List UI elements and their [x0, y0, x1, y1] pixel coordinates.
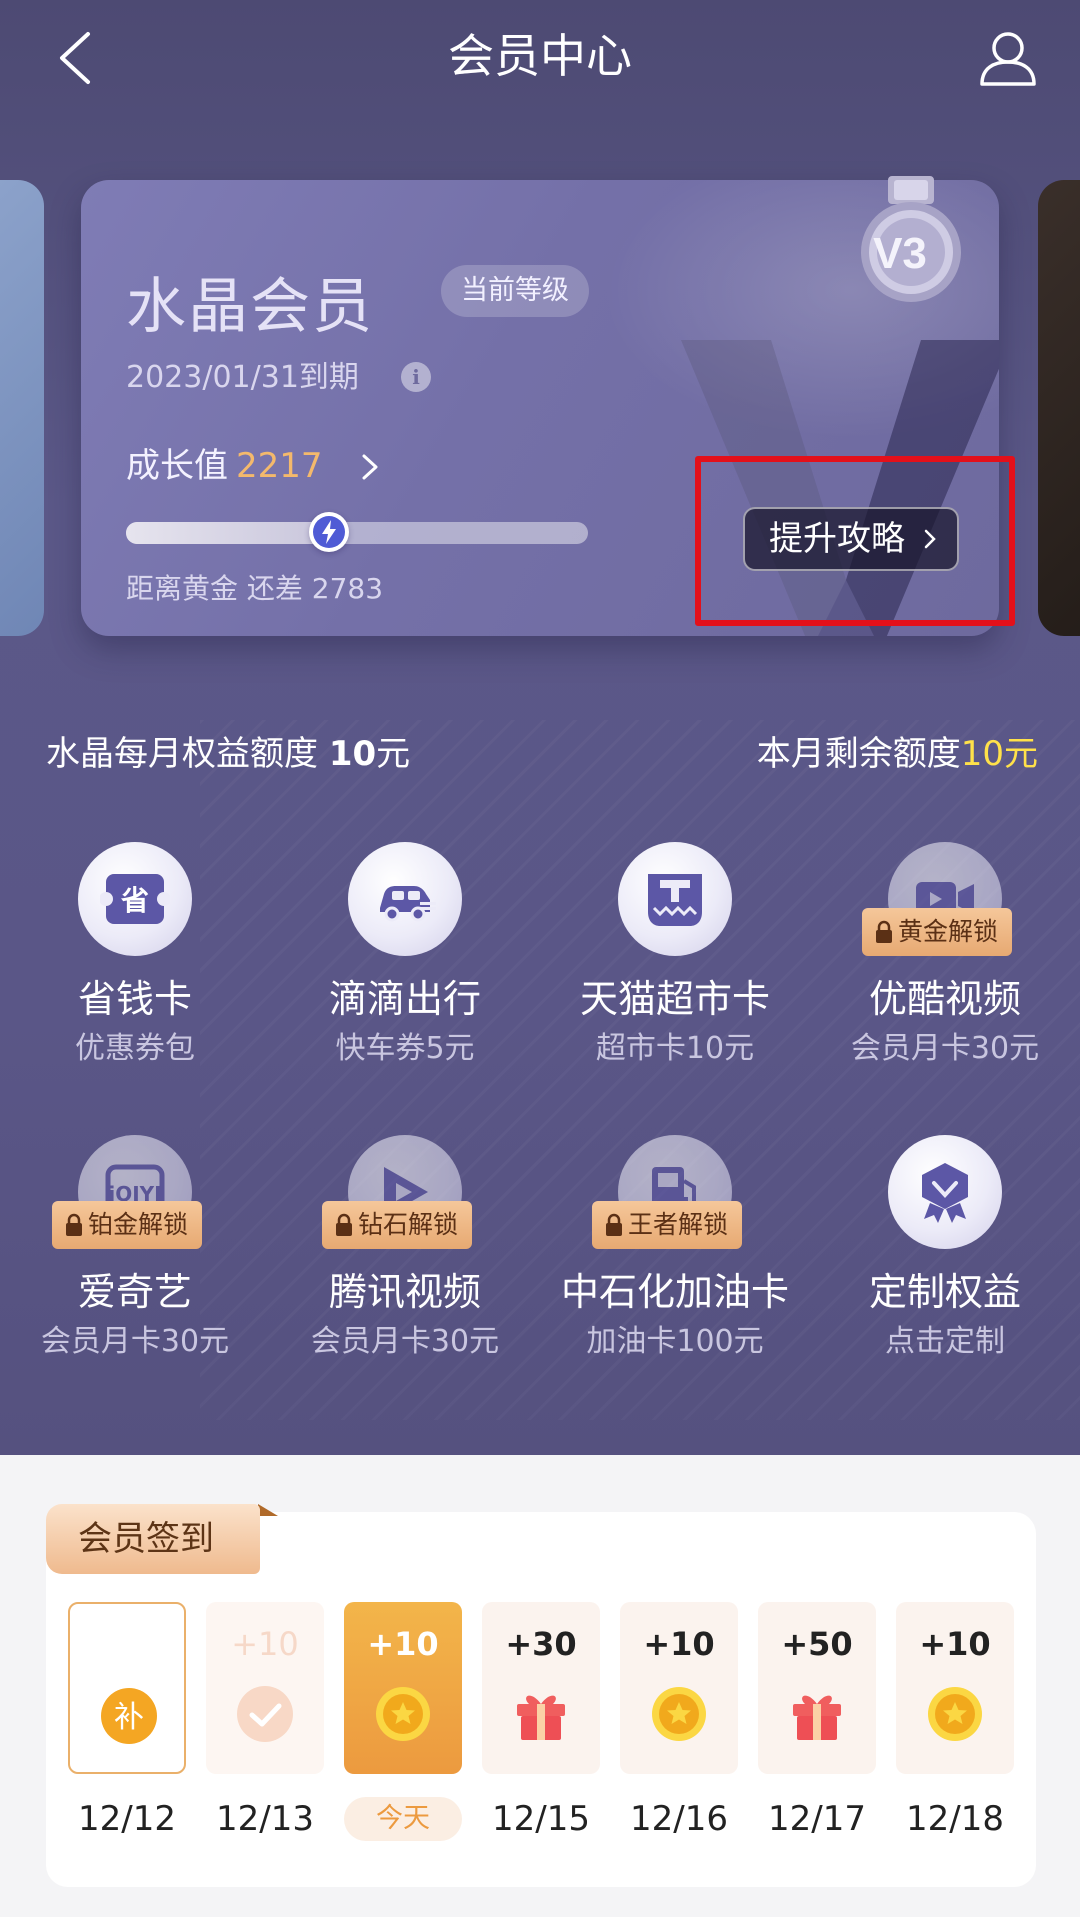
unlock-badge: 王者解锁 [592, 1201, 743, 1249]
signin-points: +10 [367, 1625, 439, 1663]
remaining-quota: 本月剩余额度10元 [757, 726, 1038, 782]
benefit-subtitle: 会员月卡30元 [850, 1031, 1040, 1066]
tmall-icon [618, 842, 732, 956]
benefit-title: 省钱卡 [77, 977, 192, 1021]
badge-icon [888, 1135, 1002, 1249]
unlock-badge: 黄金解锁 [862, 908, 1013, 956]
car-icon [348, 842, 462, 956]
unlock-badge: 钻石解锁 [322, 1201, 473, 1249]
unlock-badge: 铂金解锁 [52, 1201, 203, 1249]
signin-date: 12/15 [492, 1799, 590, 1839]
benefit-subtitle: 会员月卡30元 [310, 1324, 500, 1359]
gift-icon [793, 1695, 841, 1740]
benefit-title: 中石化加油卡 [560, 1270, 789, 1314]
signin-points: +10 [919, 1625, 991, 1663]
signin-day-future: +30 [482, 1602, 600, 1774]
remaining-quota-amount: 10元 [960, 734, 1038, 774]
benefit-title: 滴滴出行 [328, 977, 481, 1021]
signin-day-future: +10 [620, 1602, 738, 1774]
chevron-right-icon[interactable] [356, 450, 382, 484]
growth-label: 成长值 [126, 446, 228, 486]
gap-to-next-tier: 距离黄金 还差 2783 [126, 572, 384, 605]
signin-points: +10 [231, 1625, 299, 1663]
coupon-icon: 省 [78, 842, 192, 956]
signin-date: 12/18 [906, 1799, 1004, 1839]
v3-medal-icon: V3 [861, 176, 961, 302]
coin-icon [376, 1687, 430, 1741]
signin-day-future: +50 [758, 1602, 876, 1774]
makeup-label: 补 [114, 1700, 144, 1735]
signin-points: +10 [643, 1625, 715, 1663]
annotation-highlight-box [695, 456, 1015, 626]
expiry-date: 2023/01/31到期 [126, 360, 359, 395]
signin-date: 12/13 [216, 1799, 314, 1839]
member-hero-area: 会员中心 水晶会员 当前等级 2023/01/31到期 i 成长值 2217 距… [0, 0, 1080, 1455]
lock-icon [606, 1213, 622, 1236]
lock-icon [336, 1213, 352, 1236]
tier-name: 水晶会员 [126, 272, 374, 342]
next-tier-card[interactable] [1038, 180, 1080, 636]
benefit-subtitle: 优惠券包 [75, 1031, 195, 1066]
lightning-icon [309, 512, 350, 552]
monthly-quota-unit: 元 [376, 734, 411, 774]
lock-icon [876, 920, 892, 943]
check-icon [237, 1686, 293, 1742]
benefit-subtitle: 加油卡100元 [586, 1324, 764, 1359]
current-level-badge: 当前等级 [441, 265, 589, 317]
signin-date: 12/17 [768, 1799, 866, 1839]
remaining-quota-label: 本月剩余额度 [756, 734, 961, 774]
svg-text:省: 省 [121, 884, 149, 917]
benefit-title: 优酷视频 [868, 977, 1021, 1021]
signin-day-today[interactable]: +10 [344, 1602, 462, 1774]
benefit-title: 爱奇艺 [77, 1270, 192, 1314]
benefit-title: 腾讯视频 [328, 1270, 481, 1314]
today-label: 今天 [344, 1797, 462, 1841]
previous-tier-card[interactable] [0, 180, 44, 636]
signin-title: 会员签到 [46, 1504, 260, 1574]
benefit-subtitle: 超市卡10元 [595, 1031, 755, 1066]
info-icon[interactable]: i [401, 362, 431, 392]
coin-icon [928, 1687, 982, 1741]
benefit-title: 定制权益 [868, 1270, 1021, 1314]
benefit-title: 天猫超市卡 [579, 977, 770, 1021]
monthly-quota: 水晶每月权益额度 10元 [46, 726, 410, 782]
profile-button[interactable] [976, 26, 1040, 90]
user-icon [980, 32, 1036, 86]
coin-icon [652, 1687, 706, 1741]
makeup-icon: 补 [101, 1688, 157, 1744]
lock-icon [66, 1213, 82, 1236]
signin-day-done: +10 [206, 1602, 324, 1774]
monthly-quota-label: 水晶每月权益额度 [46, 734, 318, 774]
growth-progress-fill [126, 522, 330, 544]
signin-date: 12/12 [78, 1799, 176, 1839]
monthly-quota-amount: 10 [328, 734, 377, 774]
benefit-subtitle: 会员月卡30元 [40, 1324, 230, 1359]
signin-day-makeup[interactable]: 补 [68, 1602, 186, 1774]
medal-label: V3 [873, 229, 927, 278]
growth-value-row[interactable]: 成长值 2217 [126, 442, 323, 490]
signin-day-future: +10 [896, 1602, 1014, 1774]
benefit-subtitle: 快车券5元 [335, 1031, 475, 1066]
signin-date: 12/16 [630, 1799, 728, 1839]
signin-points: +30 [505, 1625, 577, 1663]
signin-points: +50 [781, 1625, 853, 1663]
growth-value: 2217 [236, 446, 323, 486]
gift-icon [517, 1695, 565, 1740]
benefit-subtitle: 点击定制 [885, 1324, 1005, 1359]
page-title: 会员中心 [448, 29, 632, 83]
growth-progress-bar [126, 512, 588, 552]
